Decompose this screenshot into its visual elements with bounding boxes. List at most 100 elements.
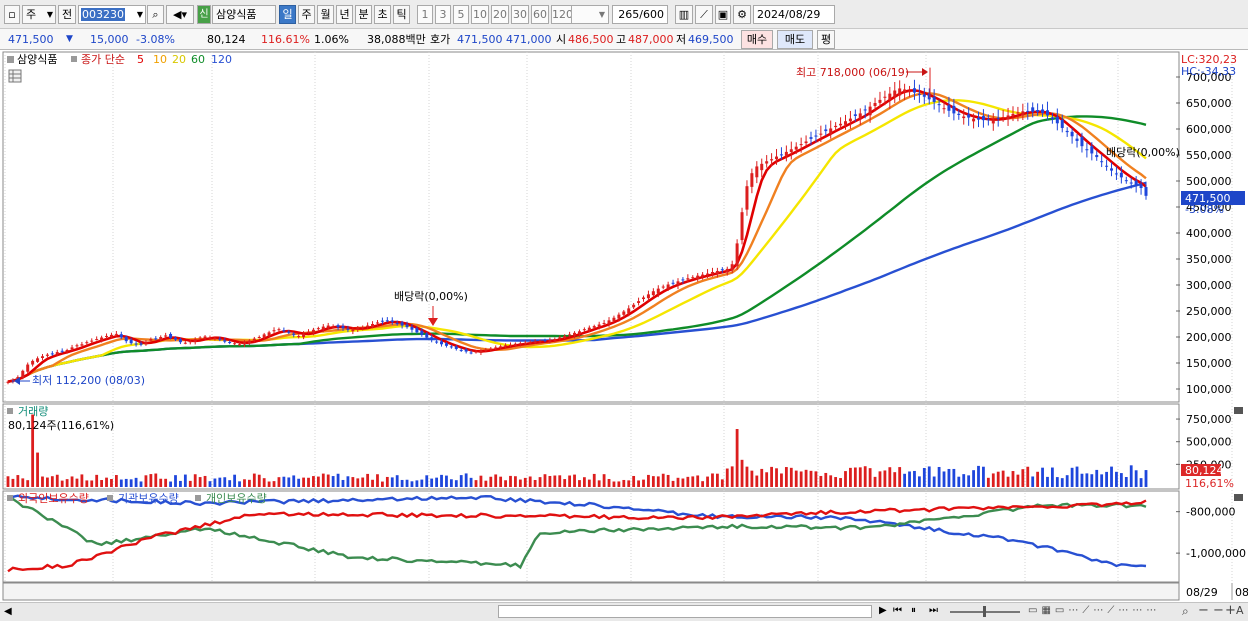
volume-bar	[203, 475, 207, 487]
prev-button[interactable]: 전	[58, 5, 76, 24]
text-size-icon[interactable]: A	[1236, 604, 1244, 617]
price-tick-label: 200,000	[1186, 331, 1232, 344]
candle-body	[573, 332, 577, 336]
candle-body	[986, 119, 990, 121]
save-icon[interactable]: ▣	[715, 5, 731, 24]
volume-bar	[435, 477, 438, 487]
candle-body	[637, 301, 641, 303]
volume-bar	[504, 480, 507, 487]
volume-bar	[282, 476, 286, 487]
gear-icon[interactable]: ⚙	[733, 5, 751, 24]
interval-button-120[interactable]: 120	[551, 5, 573, 24]
candle-body	[282, 330, 286, 332]
candle-body	[252, 338, 256, 341]
candle-body	[1110, 168, 1114, 171]
holdings-menu-icon-individual[interactable]	[195, 495, 201, 501]
candle-body	[380, 320, 384, 322]
chart-scrollbar[interactable]: ◀ ▶ ⏮ ⏸ ⏭ ▭▦▭⋯⟋⋯⟋⋯⋯⋯ ⌕ − − + A	[0, 602, 1248, 621]
trend-line-icon[interactable]: ⟋	[695, 5, 713, 24]
interval-button-3[interactable]: 3	[435, 5, 451, 24]
scroll-left-icon[interactable]: ◀	[4, 606, 12, 617]
period-tab-3[interactable]: 년	[336, 5, 353, 24]
scroll-thumb[interactable]	[498, 605, 872, 618]
interval-button-30[interactable]: 30	[511, 5, 529, 24]
interval-button-5[interactable]: 5	[453, 5, 469, 24]
eval-button[interactable]: 평	[817, 30, 835, 49]
volume-bar	[174, 475, 177, 487]
panel-menu-icon[interactable]	[7, 56, 14, 63]
candle-body	[316, 328, 320, 330]
period-tab-4[interactable]: 분	[355, 5, 372, 24]
chart-settings-icon[interactable]: ▫	[4, 5, 20, 24]
volume-menu-icon[interactable]	[7, 408, 13, 414]
candle-body	[272, 330, 276, 332]
candle-body	[666, 284, 670, 289]
zoom-slider-handle[interactable]	[983, 606, 986, 617]
holdings-panel-close-icon[interactable]	[1234, 494, 1243, 501]
sell-button[interactable]: 매도	[777, 30, 813, 49]
period-tab-2[interactable]: 월	[317, 5, 334, 24]
search-icon[interactable]: ⌕	[147, 5, 164, 24]
volume-bar	[873, 476, 877, 487]
candle-body	[740, 212, 744, 241]
volume-bar	[346, 476, 350, 487]
period-tab-6[interactable]: 틱	[393, 5, 410, 24]
volume-bar	[302, 477, 305, 487]
volume-bar	[1016, 474, 1020, 487]
volume-bar	[637, 480, 640, 487]
candle-body	[494, 347, 498, 349]
speaker-icon[interactable]: ◀▾	[166, 5, 194, 24]
data-table-icon[interactable]	[8, 69, 22, 83]
candle-body	[794, 146, 798, 150]
zoom-minus-icon[interactable]: −	[1213, 603, 1224, 618]
stock-code-input[interactable]: 003230 ▼	[78, 5, 146, 24]
candle-body	[868, 106, 872, 116]
holdings-menu-icon-foreign[interactable]	[7, 495, 13, 501]
volume-panel-close-icon[interactable]	[1234, 407, 1243, 414]
interval-button-10[interactable]: 10	[471, 5, 489, 24]
ma5-legend: 5	[137, 53, 144, 66]
interval-button-1[interactable]: 1	[417, 5, 433, 24]
period-tab-1[interactable]: 주	[298, 5, 315, 24]
market-select[interactable]: 주 ▼	[22, 5, 56, 24]
interval-input[interactable]: ▼	[571, 5, 609, 24]
volume-bar	[55, 474, 59, 487]
scroll-first-icon[interactable]: ⏮	[893, 605, 902, 616]
candle-body	[31, 360, 35, 365]
volume-bar	[183, 474, 187, 487]
volume-bar	[1011, 471, 1015, 487]
zoom-in-icon[interactable]: +	[1225, 603, 1236, 618]
stock-name-field[interactable]: 삼양식품	[212, 5, 276, 24]
price-panel[interactable]	[2, 51, 1180, 403]
magnifier-icon[interactable]: ⌕	[1182, 604, 1189, 619]
scroll-last-icon[interactable]: ⏭	[929, 605, 938, 616]
holdings-menu-icon-institution[interactable]	[107, 495, 113, 501]
ma-menu-icon[interactable]	[71, 56, 77, 62]
volume-bar	[169, 481, 172, 487]
count-input[interactable]: 265/600	[612, 5, 668, 24]
zoom-out-icon[interactable]: −	[1198, 603, 1209, 618]
candle-body	[947, 105, 951, 111]
pause-icon[interactable]: ⏸	[911, 605, 916, 616]
legend-individual: 개인보유수량	[206, 492, 267, 505]
buy-button[interactable]: 매수	[741, 30, 773, 49]
period-tab-5[interactable]: 초	[374, 5, 391, 24]
date-input[interactable]: 2024/08/29	[753, 5, 835, 24]
candle-body	[1080, 137, 1084, 147]
interval-button-60[interactable]: 60	[531, 5, 549, 24]
candle-type-icon[interactable]: ▥	[675, 5, 693, 24]
low-annotation: 최저 112,200 (08/03)	[32, 374, 145, 387]
volume-bar	[1110, 466, 1113, 487]
stock-chart[interactable]: 700,000650,000600,000550,000500,000450,0…	[0, 50, 1248, 602]
volume-bar	[814, 471, 818, 487]
candle-body	[912, 88, 916, 93]
period-tab-0[interactable]: 일	[279, 5, 296, 24]
candle-body	[686, 278, 690, 280]
volume-bar	[799, 471, 803, 487]
scroll-right-icon[interactable]: ▶	[879, 605, 887, 616]
interval-button-20[interactable]: 20	[491, 5, 509, 24]
volume-bar	[100, 480, 104, 487]
volume-bar	[11, 478, 15, 487]
tool-icons[interactable]: ▭▦▭⋯⟋⋯⟋⋯⋯⋯	[1028, 605, 1160, 616]
open-price: 486,500	[568, 33, 614, 46]
